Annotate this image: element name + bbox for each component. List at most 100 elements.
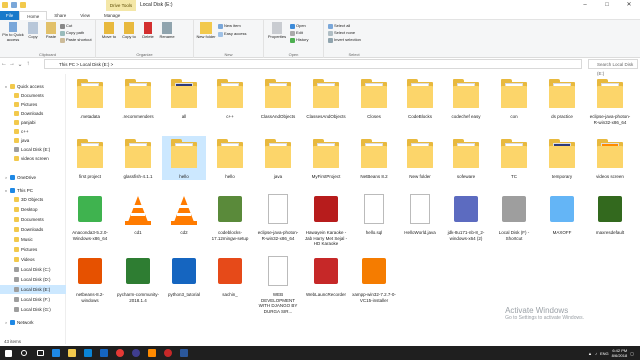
edge-taskbar[interactable]	[48, 346, 64, 360]
nav-item[interactable]: Local Disk (G:)	[0, 305, 66, 314]
select-all-button[interactable]: Select all	[328, 23, 350, 29]
copy-path-button[interactable]: Copy path	[60, 30, 84, 36]
store-taskbar[interactable]	[80, 346, 96, 360]
chevron-icon[interactable]: v	[4, 186, 8, 195]
file-item[interactable]: codechef easy	[444, 76, 488, 120]
invert-selection-button[interactable]: Invert selection	[328, 37, 361, 43]
file-item[interactable]: eclipse-java-photon-R-win32-x86_64	[256, 192, 300, 241]
file-item[interactable]: codeblocks-17.12mingw-setup	[208, 192, 252, 241]
maximize-icon[interactable]: □	[596, 0, 618, 11]
nav-item[interactable]: Desktop	[0, 205, 66, 214]
file-item[interactable]: MyFirstProject	[304, 136, 348, 180]
paste-button[interactable]: Paste	[43, 22, 59, 40]
search-taskbar-button[interactable]	[16, 346, 32, 360]
nav-item[interactable]: 3D Objects	[0, 195, 66, 204]
nav-item[interactable]: v Quick access	[0, 82, 66, 91]
file-item[interactable]: xampp-win32-7.2.7-0-VC15-installer	[352, 254, 396, 303]
file-item[interactable]: hello	[208, 136, 252, 180]
nav-item[interactable]: v This PC	[0, 186, 66, 195]
file-item[interactable]: MAXOFF	[540, 192, 584, 236]
nav-item[interactable]: Pictures	[0, 100, 66, 109]
notifications-icon[interactable]: ▢	[630, 351, 634, 356]
mail-taskbar[interactable]	[96, 346, 112, 360]
file-item[interactable]: maxresdefault	[588, 192, 632, 236]
address-bar[interactable]: This PC > Local Disk (E:) >	[44, 59, 582, 69]
nav-item[interactable]: videos screen	[0, 154, 66, 163]
forward-icon[interactable]: →	[8, 61, 16, 67]
file-item[interactable]: cd1	[116, 192, 160, 236]
task-view-button[interactable]	[32, 346, 48, 360]
file-item[interactable]: .recommenders	[116, 76, 160, 120]
nav-item[interactable]: Music	[0, 235, 66, 244]
file-item[interactable]: CodeBlocks	[398, 76, 442, 120]
copy-to-button[interactable]: Copy to	[120, 22, 138, 40]
tab-manage[interactable]: Manage	[97, 11, 127, 20]
edit-button[interactable]: Edit	[290, 30, 303, 36]
file-item[interactable]: Anaconda3-5.2.0-Windows-x86_64	[68, 192, 112, 241]
clock[interactable]: 6:42 PM 8/6/2018	[612, 348, 628, 358]
word-taskbar[interactable]	[176, 346, 192, 360]
file-item[interactable]: hello	[162, 136, 206, 180]
properties-button[interactable]: Properties	[266, 22, 288, 40]
file-item[interactable]: Local Disk (F) - Shortcut	[492, 192, 536, 241]
copy-button[interactable]: Copy	[25, 22, 41, 40]
nav-item[interactable]: Local Disk (E:)	[0, 145, 66, 154]
recent-locations-icon[interactable]: ⌄	[16, 61, 24, 68]
tab-share[interactable]: Share	[47, 11, 73, 20]
file-item[interactable]: hello.sql	[352, 192, 396, 236]
player-taskbar[interactable]	[144, 346, 160, 360]
nav-item[interactable]: Local Disk (C:)	[0, 265, 66, 274]
nav-item[interactable]: Downloads	[0, 225, 66, 234]
file-item[interactable]: c++	[208, 76, 252, 120]
nav-item[interactable]: Documents	[0, 215, 66, 224]
chevron-icon[interactable]: >	[4, 173, 8, 182]
history-button[interactable]: History	[290, 37, 308, 43]
file-item[interactable]: sofeware	[444, 136, 488, 180]
recorder-taskbar[interactable]	[160, 346, 176, 360]
pin-button[interactable]: Pin to Quick access	[2, 22, 24, 42]
move-to-button[interactable]: Move to	[100, 22, 118, 40]
file-item[interactable]: sachin_	[208, 254, 252, 298]
file-item[interactable]: first project	[68, 136, 112, 180]
new-folder-icon[interactable]	[20, 2, 26, 8]
volume-icon[interactable]: ♪	[595, 351, 597, 356]
nav-item[interactable]: java	[0, 136, 66, 145]
chrome-taskbar[interactable]	[112, 346, 128, 360]
nav-item[interactable]: Documents	[0, 91, 66, 100]
file-item[interactable]: python3_tutorial	[162, 254, 206, 298]
tab-view[interactable]: View	[73, 11, 97, 20]
file-item[interactable]: .metadata	[68, 76, 112, 120]
rename-button[interactable]: Rename	[158, 22, 176, 40]
file-item[interactable]: pycharm-community-2018.1.4	[116, 254, 160, 303]
nav-item[interactable]: > Network	[0, 318, 66, 327]
delete-button[interactable]: Delete	[140, 22, 156, 40]
file-item[interactable]: NetBeans 8.2	[352, 136, 396, 180]
file-item[interactable]: HelloWorld.java	[398, 192, 442, 236]
file-item[interactable]: ds practice	[540, 76, 584, 120]
nav-item[interactable]: Local Disk (F:)	[0, 295, 66, 304]
file-item[interactable]: cd2	[162, 192, 206, 236]
new-item-button[interactable]: New item	[218, 23, 241, 29]
folder-icon[interactable]	[2, 2, 8, 8]
file-item[interactable]: temporary	[540, 136, 584, 180]
file-item[interactable]: con	[492, 76, 536, 120]
eclipse-taskbar[interactable]	[128, 346, 144, 360]
chevron-icon[interactable]: >	[4, 318, 8, 327]
file-item[interactable]: TC	[492, 136, 536, 180]
minimize-icon[interactable]: –	[574, 0, 596, 11]
file-item[interactable]: ClassesAndObjects	[304, 76, 348, 120]
select-none-button[interactable]: Select none	[328, 30, 355, 36]
file-item[interactable]: java	[256, 136, 300, 180]
file-item[interactable]: eclipse-java-photon-R-win32-x86_64	[588, 76, 632, 125]
properties-icon[interactable]	[11, 2, 17, 8]
nav-item[interactable]: c++	[0, 127, 66, 136]
search-input[interactable]: Search Local Disk (E:)	[588, 59, 638, 76]
language-indicator[interactable]: ENG	[600, 351, 609, 356]
tab-file[interactable]: File	[0, 10, 20, 20]
nav-item[interactable]: Downloads	[0, 109, 66, 118]
file-item[interactable]: Hawayein Karaoke - Jab Harry Met Sejal -…	[304, 192, 348, 247]
nav-item[interactable]: Local Disk (E:)	[0, 285, 66, 294]
nav-item[interactable]: Videos	[0, 255, 66, 264]
nav-item[interactable]: > OneDrive	[0, 173, 66, 182]
nav-item[interactable]: Local Disk (D:)	[0, 275, 66, 284]
